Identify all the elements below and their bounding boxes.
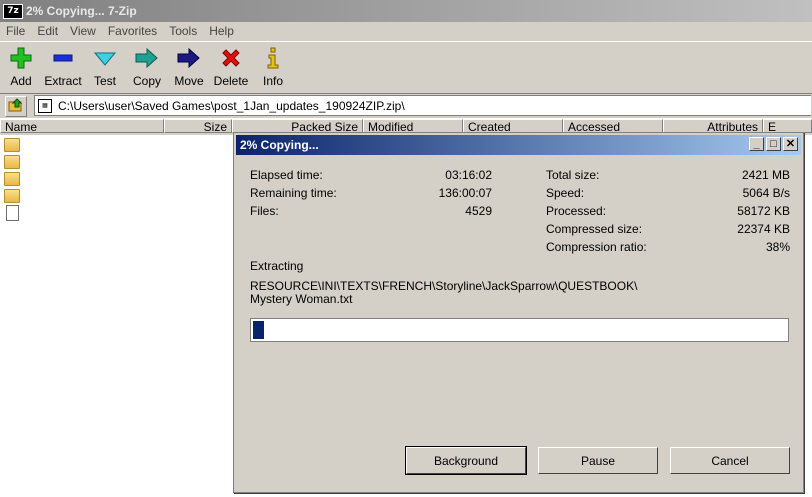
7zip-logo-icon: 7z [3, 3, 23, 19]
compression-ratio-value: 38% [765, 240, 790, 254]
plus-icon [9, 46, 33, 70]
dialog-title: 2% Copying... [240, 138, 319, 152]
column-packed-size[interactable]: Packed Size [232, 119, 363, 133]
delete-x-icon [219, 46, 243, 70]
test-button[interactable]: Test [84, 42, 126, 88]
test-label: Test [93, 74, 116, 88]
dialog-title-bar[interactable]: 2% Copying... _ □ ✕ [236, 135, 801, 155]
progress-bar-fill [253, 321, 264, 339]
compressed-size-value: 22374 KB [737, 222, 790, 236]
menu-tools[interactable]: Tools [163, 24, 203, 38]
menu-help[interactable]: Help [203, 24, 240, 38]
folder-icon [4, 154, 20, 169]
copy-label: Copy [132, 74, 161, 88]
close-icon: ✕ [785, 138, 796, 150]
main-title-bar[interactable]: 7z 2% Copying... 7-Zip [0, 0, 812, 22]
folder-icon [4, 137, 20, 152]
background-button[interactable]: Background [405, 446, 527, 475]
files-label: Files: [250, 204, 279, 218]
up-folder-icon [8, 98, 24, 115]
current-file-path: RESOURCE\INI\TEXTS\FRENCH\Storyline\Jack… [250, 279, 638, 293]
total-size-value: 2421 MB [741, 168, 790, 182]
column-modified[interactable]: Modified [363, 119, 463, 133]
column-accessed[interactable]: Accessed [563, 119, 663, 133]
list-item[interactable] [4, 153, 20, 170]
menu-favorites[interactable]: Favorites [102, 24, 163, 38]
progress-dialog: 2% Copying... _ □ ✕ Elapsed time: 03:16:… [233, 132, 804, 493]
pause-button[interactable]: Pause [538, 447, 658, 474]
column-e[interactable]: E [763, 119, 812, 133]
add-button[interactable]: Add [0, 42, 42, 88]
info-label: Info [262, 74, 283, 88]
file-icon [6, 204, 19, 221]
cancel-button[interactable]: Cancel [670, 447, 790, 474]
elapsed-time-value: 03:16:02 [445, 168, 492, 182]
address-bar: ▦ C:\Users\user\Saved Games\post_1Jan_up… [0, 93, 812, 119]
list-body [4, 136, 20, 221]
path-input[interactable]: ▦ C:\Users\user\Saved Games\post_1Jan_up… [34, 95, 811, 116]
column-size[interactable]: Size [164, 119, 232, 133]
maximize-icon: □ [770, 138, 777, 150]
files-value: 4529 [465, 204, 492, 218]
extract-label: Extract [44, 74, 82, 88]
minus-icon [51, 46, 75, 70]
toolbar: Add Extract Test Copy Move Delete Info [0, 41, 812, 92]
compression-ratio-label: Compression ratio: [546, 240, 647, 254]
move-button[interactable]: Move [168, 42, 210, 88]
window-title: 2% Copying... 7-Zip [26, 4, 137, 18]
compressed-size-label: Compressed size: [546, 222, 643, 236]
speed-value: 5064 B/s [742, 186, 790, 200]
copy-button[interactable]: Copy [126, 42, 168, 88]
dialog-window-controls: _ □ ✕ [747, 137, 798, 151]
list-item[interactable] [4, 187, 20, 204]
remaining-time-label: Remaining time: [250, 186, 337, 200]
processed-value: 58172 KB [737, 204, 790, 218]
extract-button[interactable]: Extract [42, 42, 84, 88]
list-item[interactable] [4, 170, 20, 187]
column-attributes[interactable]: Attributes [663, 119, 763, 133]
checkmark-icon [93, 46, 117, 70]
folder-icon [4, 171, 20, 186]
minimize-button[interactable]: _ [749, 137, 764, 151]
list-item[interactable] [4, 204, 20, 221]
menu-file[interactable]: File [0, 24, 31, 38]
list-item[interactable] [4, 136, 20, 153]
zip-archive-icon: ▦ [38, 98, 52, 113]
menu-edit[interactable]: Edit [31, 24, 64, 38]
copy-arrow-icon [135, 46, 159, 70]
menu-view[interactable]: View [64, 24, 102, 38]
delete-button[interactable]: Delete [210, 42, 252, 88]
total-size-label: Total size: [546, 168, 600, 182]
folder-icon [4, 188, 20, 203]
add-label: Add [10, 74, 32, 88]
path-text: C:\Users\user\Saved Games\post_1Jan_upda… [58, 98, 405, 113]
processed-label: Processed: [546, 204, 607, 218]
move-arrow-icon [177, 46, 201, 70]
up-folder-button[interactable] [5, 96, 27, 117]
delete-label: Delete [213, 74, 249, 88]
close-button[interactable]: ✕ [783, 137, 798, 151]
minimize-icon: _ [753, 138, 760, 150]
current-file-name: Mystery Woman.txt [250, 292, 353, 306]
info-icon [261, 46, 285, 70]
progress-bar [250, 318, 789, 342]
column-created[interactable]: Created [463, 119, 563, 133]
speed-label: Speed: [546, 186, 585, 200]
column-name[interactable]: Name [0, 119, 164, 133]
menu-bar: File Edit View Favorites Tools Help [0, 22, 812, 40]
elapsed-time-label: Elapsed time: [250, 168, 323, 182]
maximize-button[interactable]: □ [766, 137, 781, 151]
move-label: Move [174, 74, 204, 88]
remaining-time-value: 136:00:07 [438, 186, 492, 200]
status-label: Extracting [250, 259, 304, 273]
info-button[interactable]: Info [252, 42, 294, 88]
